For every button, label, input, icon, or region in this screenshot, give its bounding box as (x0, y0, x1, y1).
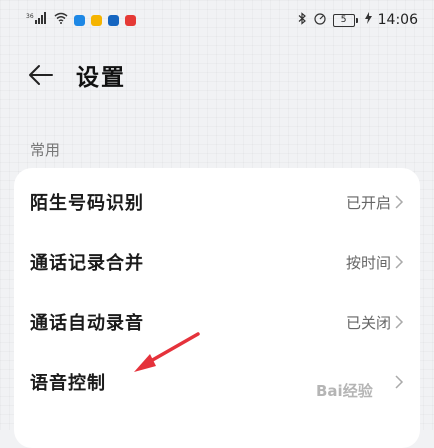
status-right: 5 14:06 (298, 11, 418, 29)
chevron-right-icon (395, 195, 404, 209)
settings-row-stranger-number-id[interactable]: 陌生号码识别 已开启 (14, 172, 420, 232)
app-header: 设置 (0, 48, 434, 102)
settings-row-auto-record[interactable]: 通话自动录音 已关闭 (14, 292, 420, 352)
data-saver-icon (313, 12, 327, 29)
app-notification-icon (74, 14, 85, 26)
chevron-right-icon (395, 375, 404, 389)
row-label: 陌生号码识别 (30, 193, 144, 214)
annotation-arrow-icon (134, 332, 200, 372)
settings-row-call-log-merge[interactable]: 通话记录合并 按时间 (14, 232, 420, 292)
row-value: 已开启 (345, 193, 391, 212)
bluetooth-icon (298, 11, 307, 29)
page-title: 设置 (76, 65, 126, 91)
battery-level: 5 (340, 14, 347, 25)
battery-icon: 5 (332, 13, 358, 27)
row-label: 通话记录合并 (30, 253, 144, 274)
row-right (391, 374, 404, 390)
row-right: 已关闭 (346, 312, 404, 333)
charging-icon (364, 12, 372, 28)
row-value: 已关闭 (345, 313, 391, 332)
section-label: 常用 (30, 141, 61, 159)
status-bar: 36 5 14:06 (0, 0, 434, 40)
chevron-right-icon (395, 255, 404, 269)
chevron-right-icon (395, 315, 404, 329)
row-right: 已开启 (346, 192, 404, 213)
settings-card: 陌生号码识别 已开启 通话记录合并 按时间 通话自动录音 已关闭 语音控制 (14, 168, 420, 448)
row-right: 按时间 (346, 252, 404, 273)
signal-label: 36 (26, 13, 34, 20)
app-notification-icon (91, 14, 102, 26)
arrow-left-icon[interactable] (28, 62, 54, 88)
wifi-icon (54, 12, 68, 28)
app-notification-icon (108, 14, 119, 26)
row-label: 语音控制 (30, 373, 106, 394)
status-left: 36 (26, 12, 136, 28)
signal-strength-icon: 36 (26, 12, 48, 28)
app-notification-icon (125, 14, 136, 26)
watermark: Bai经验 (316, 382, 373, 400)
status-time: 14:06 (377, 12, 418, 28)
row-label: 通话自动录音 (30, 313, 144, 334)
row-value: 按时间 (345, 253, 391, 272)
